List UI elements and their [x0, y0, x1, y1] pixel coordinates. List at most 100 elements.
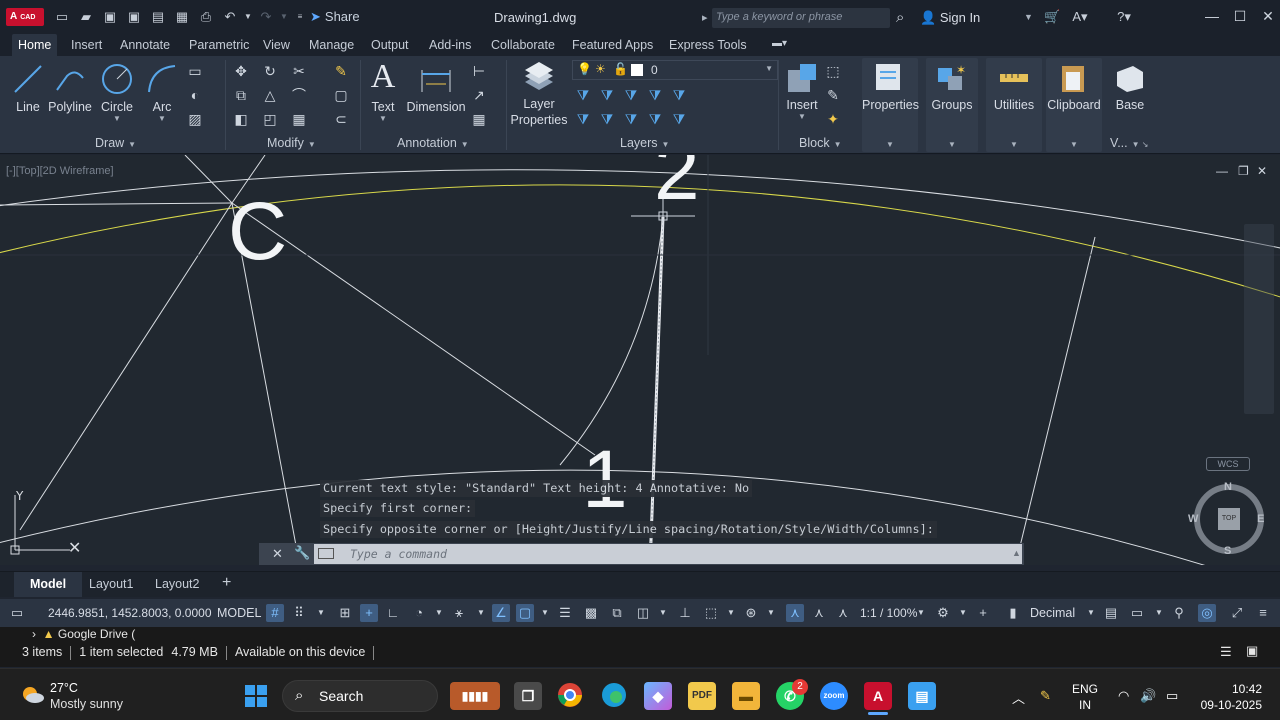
windows-start-icon[interactable] — [244, 684, 268, 708]
add-layout-icon[interactable]: + — [222, 574, 231, 592]
dimension-tool-button[interactable]: Dimension — [404, 62, 468, 114]
tab-express-tools[interactable]: Express Tools — [663, 37, 753, 53]
rotate-icon[interactable]: ↻ — [261, 62, 279, 80]
save-web-icon[interactable]: ▤ — [150, 10, 166, 24]
units-icon[interactable]: ▮ — [1004, 604, 1022, 622]
command-input[interactable]: Type a command — [314, 544, 1022, 564]
layers-panel-title[interactable]: Layers ▼ — [620, 136, 669, 150]
compass-north[interactable]: N — [1224, 481, 1232, 493]
tab-output[interactable]: Output — [365, 37, 415, 53]
view-panel-title[interactable]: V... ▼ ↘ — [1110, 136, 1148, 150]
hardware-acceleration-icon[interactable]: ◎ — [1198, 604, 1216, 622]
fillet-icon[interactable]: ⌒ — [290, 86, 308, 104]
print-icon[interactable]: ⎙ — [198, 10, 214, 24]
customize-menu-icon[interactable]: ≡ — [1254, 604, 1272, 622]
tab-manage[interactable]: Manage — [303, 37, 360, 53]
mirror-icon[interactable]: △ — [261, 86, 279, 104]
layer-tool-icon[interactable]: ⧩ — [622, 110, 640, 128]
volume-icon[interactable]: 🔊 — [1140, 688, 1156, 704]
layer-dropdown[interactable]: 💡 ☀ 🔓 0 ▼ — [572, 60, 778, 80]
nav-item-google-drive[interactable]: › ▲ Google Drive ( — [32, 627, 135, 641]
arc-tool-button[interactable]: Arc ▼ — [144, 62, 180, 123]
chevron-down-icon[interactable]: ▼ — [1150, 604, 1168, 622]
polar-tracking-icon[interactable]: ◔ — [410, 604, 428, 622]
undo-dropdown-icon[interactable]: ▼ — [240, 10, 256, 24]
lineweight-icon[interactable]: ☰ — [556, 604, 574, 622]
viewcube-top-face[interactable]: TOP — [1218, 508, 1240, 530]
layer-tool-icon[interactable]: ⧩ — [670, 86, 688, 104]
navigation-bar[interactable] — [1244, 224, 1274, 414]
tab-view[interactable]: View — [257, 37, 296, 53]
copilot-icon[interactable]: ◆ — [644, 682, 672, 710]
wrench-icon[interactable]: 🔧 — [294, 545, 310, 561]
viewport-restore-icon[interactable]: ❐ — [1238, 164, 1249, 178]
dynamic-ucs-icon[interactable]: ⊥ — [676, 604, 694, 622]
chevron-up-icon[interactable]: ︿ — [1012, 688, 1025, 707]
plus-icon[interactable]: + — [974, 604, 992, 622]
tiles-view-icon[interactable]: ▣ — [1246, 643, 1264, 659]
tab-model[interactable]: Model — [14, 572, 83, 597]
drawing-text-2[interactable]: 2 — [654, 155, 700, 217]
open-folder-icon[interactable]: ▰ — [78, 10, 94, 24]
isolate-objects-icon[interactable]: ⚲ — [1170, 604, 1188, 622]
widgets-app-icon[interactable]: ▮▮▮▮ — [450, 682, 500, 710]
plot-preview-icon[interactable]: ▦ — [174, 10, 190, 24]
stretch-icon[interactable]: ◧ — [232, 110, 250, 128]
tab-add-ins[interactable]: Add-ins — [423, 37, 477, 53]
isodraft-icon[interactable]: ⚹ — [450, 604, 468, 622]
ribbon-options-icon[interactable]: ▬▾ — [766, 37, 793, 50]
object-snap-tracking-icon[interactable]: ∠ — [492, 604, 510, 622]
explode-icon[interactable]: ▢ — [332, 86, 350, 104]
annotation-visibility-icon[interactable]: ⋏ — [786, 604, 804, 622]
model-space-button[interactable]: MODEL — [217, 606, 261, 620]
tab-parametric[interactable]: Parametric — [183, 37, 255, 53]
compass-south[interactable]: S — [1224, 545, 1231, 557]
annotation-scale-value[interactable]: 1:1 / 100% — [860, 606, 917, 620]
properties-panel[interactable]: Properties ▼ — [862, 58, 919, 152]
viewport-minimize-icon[interactable]: — — [1216, 164, 1228, 178]
tab-layout1[interactable]: Layout1 — [89, 577, 133, 591]
insert-dropdown-icon[interactable]: ▼ — [784, 112, 820, 121]
clipboard-panel[interactable]: Clipboard ▼ — [1046, 58, 1102, 152]
text-tool-button[interactable]: A Text ▼ — [366, 58, 400, 123]
offset-icon[interactable]: ⊂ — [332, 110, 350, 128]
chevron-down-icon[interactable]: ▼ — [954, 604, 972, 622]
search-icon[interactable]: ⌕ — [896, 9, 904, 26]
weather-condition[interactable]: Mostly sunny — [50, 697, 123, 711]
share-button[interactable]: ➤ Share — [310, 9, 360, 25]
gizmo-icon[interactable]: ⊛ — [742, 604, 760, 622]
taskbar-search[interactable]: ⌕ Search — [282, 680, 438, 712]
autodesk-a360-icon[interactable]: A▾ — [1068, 10, 1092, 24]
clock[interactable]: 10:42 09-10-2025 — [1198, 681, 1262, 713]
object-snap-icon[interactable]: ▢ — [516, 604, 534, 622]
leader-icon[interactable]: ↗ — [470, 86, 488, 104]
line-tool-button[interactable]: Line — [10, 62, 46, 114]
close-icon[interactable]: ✕ — [1258, 6, 1278, 26]
base-view-button[interactable]: Base — [1110, 62, 1150, 112]
circle-dropdown-icon[interactable]: ▼ — [98, 114, 136, 123]
linear-dim-icon[interactable]: ⊢ — [470, 62, 488, 80]
edge-icon[interactable] — [600, 682, 628, 710]
layer-tool-icon[interactable]: ⧩ — [598, 110, 616, 128]
polyline-tool-button[interactable]: Polyline — [48, 62, 92, 114]
compass-east[interactable]: E — [1257, 513, 1264, 525]
ellipse-icon[interactable]: ▨ — [186, 110, 204, 128]
chevron-down-icon[interactable]: ▼ — [1024, 12, 1033, 22]
move-icon[interactable]: ✥ — [232, 62, 250, 80]
viewcube[interactable]: TOP — [1194, 484, 1264, 554]
weather-temperature[interactable]: 27°C — [50, 681, 78, 695]
help-search-input[interactable]: Type a keyword or phrase — [702, 8, 890, 28]
block-panel-title[interactable]: Block ▼ — [799, 136, 842, 150]
details-view-icon[interactable]: ☰ — [1220, 644, 1238, 660]
hamburger-icon[interactable]: ▭ — [8, 604, 26, 622]
layer-tool-icon[interactable]: ⧩ — [646, 110, 664, 128]
autocad-taskbar-icon[interactable]: A — [864, 682, 892, 710]
app-logo[interactable]: A CAD — [6, 8, 44, 26]
tab-insert[interactable]: Insert — [65, 37, 108, 53]
undo-icon[interactable]: ↶ — [222, 10, 238, 24]
circle-tool-button[interactable]: Circle ▼ — [98, 62, 136, 123]
redo-icon[interactable]: ↷ — [258, 10, 274, 24]
wifi-icon[interactable]: ◠ — [1118, 688, 1129, 704]
chevron-down-icon[interactable]: ▼ — [654, 604, 672, 622]
tab-annotate[interactable]: Annotate — [114, 37, 176, 53]
